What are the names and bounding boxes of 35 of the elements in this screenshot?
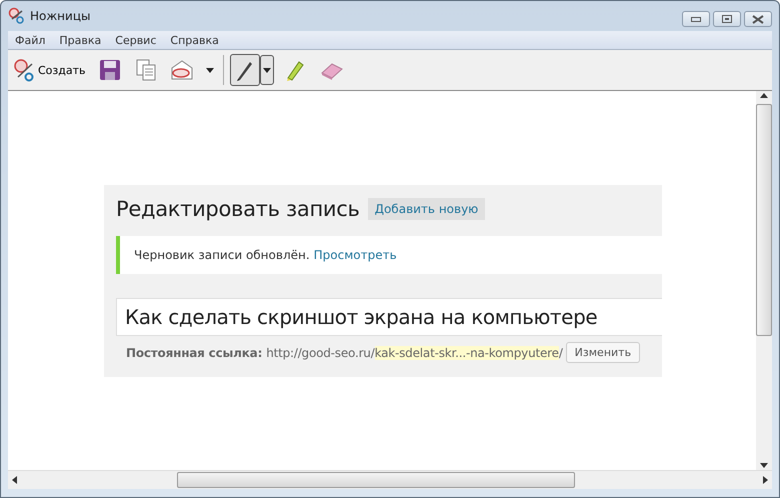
edit-button[interactable]: Изменить — [566, 342, 640, 363]
scroll-left-icon — [12, 476, 17, 484]
new-button[interactable]: Создать — [10, 54, 88, 86]
minimize-icon — [691, 16, 701, 22]
title-field[interactable]: Как сделать скриншот экрана на компьютере — [116, 298, 662, 336]
menu-item[interactable]: Файл — [8, 31, 52, 49]
pen-button[interactable] — [230, 54, 260, 86]
close-button[interactable] — [744, 11, 772, 27]
dropdown-button[interactable] — [260, 55, 274, 85]
permalink-url: http://good-seo.ru/ — [266, 346, 375, 360]
window-title: Ножницы — [30, 9, 92, 23]
caret-icon — [262, 68, 270, 72]
permalink-slug: kak-sdelat-skr...-na-kompyutere — [374, 346, 559, 360]
menu-item[interactable]: Справка — [163, 31, 226, 49]
copy-icon — [134, 58, 158, 82]
menu-item[interactable]: Правка — [52, 31, 108, 49]
menu-item[interactable]: Сервис — [108, 31, 164, 49]
close-icon — [752, 14, 764, 24]
minimize-button[interactable] — [682, 11, 710, 27]
add-new-button[interactable]: Добавить новую — [368, 198, 486, 220]
envelope-icon — [170, 58, 194, 82]
scroll-right-icon — [763, 476, 768, 484]
maximize-icon — [722, 15, 732, 23]
scroll-down-icon — [760, 463, 768, 468]
page-heading: Редактировать запись — [116, 197, 360, 221]
permalink-url: / — [558, 346, 563, 360]
save-icon — [98, 58, 122, 82]
notice-text: Черновик записи обновлён. — [134, 248, 310, 262]
caret-icon — [206, 68, 214, 72]
horizontal-scrollbar[interactable] — [8, 470, 772, 489]
maximize-button[interactable] — [713, 11, 741, 27]
permalink-label: Постоянная ссылка: — [126, 346, 262, 360]
scroll-up-icon — [760, 93, 768, 98]
vertical-scrollbar[interactable] — [756, 91, 772, 470]
preview-link[interactable]: Просмотреть — [314, 248, 397, 262]
